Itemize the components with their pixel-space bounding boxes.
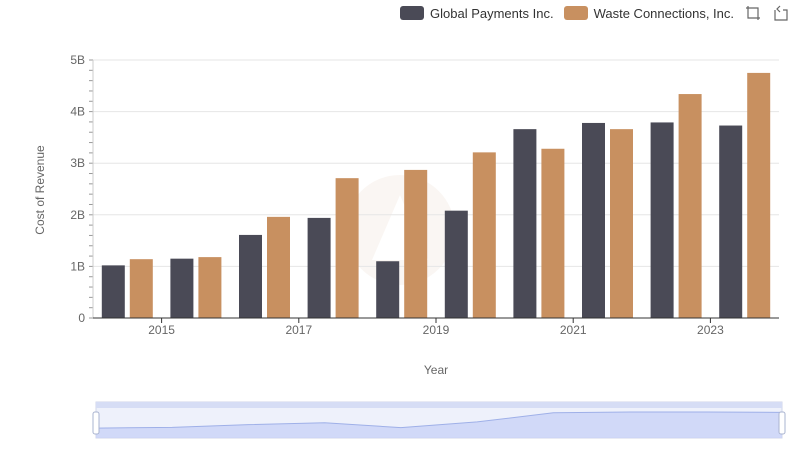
bar-global-payments-2017[interactable]	[307, 217, 331, 318]
y-tick-label: 1B	[70, 259, 85, 273]
bar-global-payments-2016[interactable]	[239, 234, 262, 318]
zoom-slider[interactable]	[92, 401, 786, 439]
bar-waste-connections-2014[interactable]	[129, 259, 153, 318]
bar-waste-connections-2022[interactable]	[678, 94, 702, 318]
bar-waste-connections-2021[interactable]	[610, 129, 633, 318]
bar-global-payments-2019[interactable]	[444, 210, 468, 318]
x-tick-label: 2015	[148, 323, 175, 337]
bar-waste-connections-2019[interactable]	[472, 152, 496, 318]
watermark-logo	[345, 175, 455, 285]
bar-waste-connections-2017[interactable]	[335, 178, 359, 318]
bar-waste-connections-2016[interactable]	[267, 216, 290, 318]
bar-waste-connections-2015[interactable]	[198, 257, 222, 318]
y-tick-label: 5B	[70, 53, 85, 67]
y-tick-label: 3B	[70, 156, 85, 170]
bar-global-payments-2018[interactable]	[376, 261, 400, 318]
bar-global-payments-2022[interactable]	[650, 122, 674, 318]
bar-waste-connections-2018[interactable]	[404, 169, 428, 318]
bar-global-payments-2014[interactable]	[101, 265, 125, 318]
y-tick-label: 2B	[70, 208, 85, 222]
slider-handle-left[interactable]	[92, 411, 100, 435]
bar-global-payments-2015[interactable]	[170, 258, 194, 318]
slider-handle-right[interactable]	[778, 411, 786, 435]
bar-global-payments-2020[interactable]	[513, 129, 537, 318]
slider-top-bar[interactable]	[96, 402, 782, 408]
bar-waste-connections-2020[interactable]	[541, 148, 565, 318]
x-tick-label: 2023	[697, 323, 724, 337]
bar-global-payments-2023[interactable]	[719, 125, 743, 318]
x-axis-title: Year	[424, 363, 448, 377]
chart: 0 1B 2B 3B 4B 5B 2015 2017 2019 2021 2023 Cost of …	[33, 53, 786, 439]
y-tick-label: 4B	[70, 105, 85, 119]
x-tick-label: 2019	[423, 323, 450, 337]
bar-global-payments-2021[interactable]	[582, 122, 605, 319]
bar-waste-connections-2023[interactable]	[747, 72, 771, 319]
y-tick-label: 0	[78, 311, 85, 325]
x-tick-label: 2017	[285, 323, 312, 337]
x-tick-label: 2021	[560, 323, 587, 337]
y-axis-title: Cost of Revenue	[33, 145, 47, 235]
